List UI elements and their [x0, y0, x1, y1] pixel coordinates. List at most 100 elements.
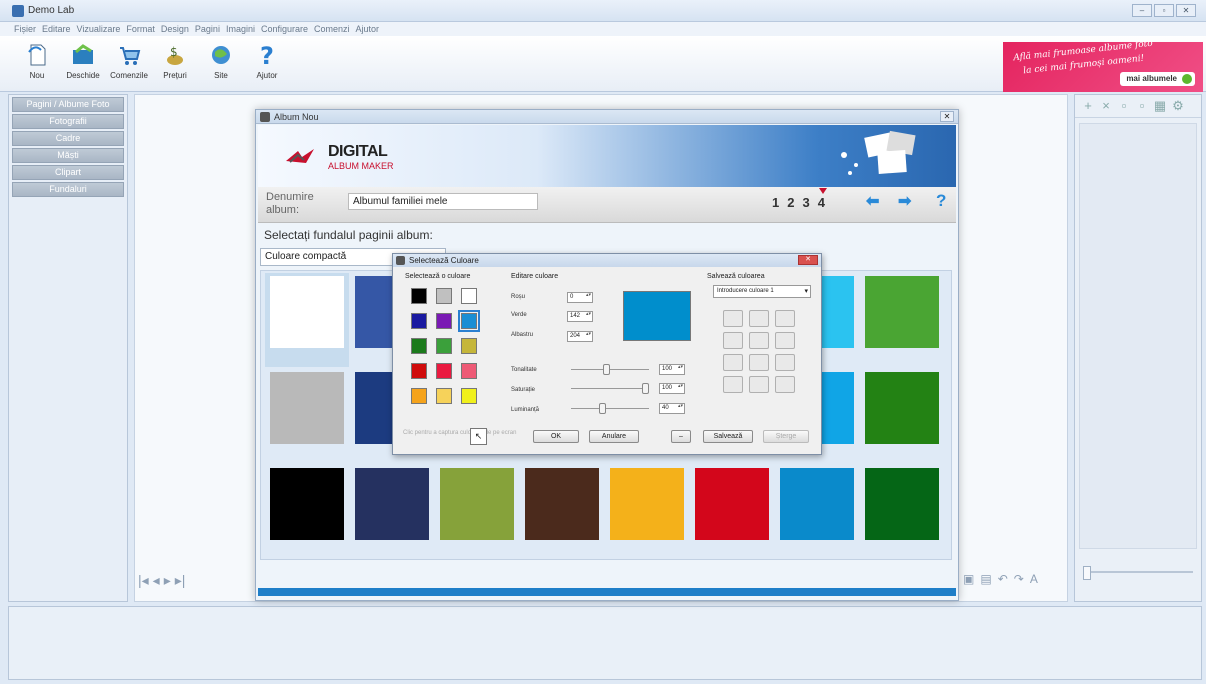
zoom-slider[interactable] [1083, 566, 1193, 580]
saved-color-slot[interactable] [723, 332, 743, 349]
green-spinner[interactable]: 142 [567, 311, 593, 322]
new-album-close-button[interactable]: ✕ [940, 111, 954, 122]
background-swatch[interactable] [350, 465, 434, 559]
palette-color-swatch[interactable] [461, 338, 477, 354]
menu-config[interactable]: Configurare [261, 22, 308, 36]
saved-color-slot[interactable] [723, 310, 743, 327]
undo-icon[interactable]: ↶ [998, 572, 1008, 586]
toolbar-open-button[interactable]: Deschide [60, 42, 106, 80]
saved-color-slot[interactable] [775, 332, 795, 349]
left-tab-frames[interactable]: Cadre [12, 131, 124, 146]
album-name-input[interactable]: Albumul familiei mele [348, 193, 538, 210]
background-swatch[interactable] [520, 465, 604, 559]
background-swatch[interactable] [860, 273, 944, 367]
menu-help[interactable]: Ajutor [356, 22, 380, 36]
background-swatch[interactable] [265, 369, 349, 463]
toolbar-help-button[interactable]: ? Ajutor [244, 42, 290, 80]
text-tool-icon[interactable]: A [1030, 572, 1038, 586]
palette-color-swatch[interactable] [436, 388, 452, 404]
background-swatch[interactable] [435, 465, 519, 559]
step-3[interactable]: 3 [802, 195, 809, 210]
palette-color-swatch[interactable] [436, 338, 452, 354]
select-color-close-button[interactable]: ✕ [798, 255, 818, 265]
copy-icon[interactable]: ▫ [1117, 99, 1131, 113]
collapse-button[interactable]: – [671, 430, 691, 443]
save-color-button[interactable]: Salvează [703, 430, 753, 443]
luminance-slider-thumb[interactable] [599, 403, 607, 414]
forward-arrow-icon[interactable]: ➡ [898, 193, 920, 211]
menu-orders[interactable]: Comenzi [314, 22, 350, 36]
layout-icon[interactable]: ▤ [980, 572, 991, 586]
menu-view[interactable]: Vizualizare [77, 22, 121, 36]
cancel-button[interactable]: Anulare [589, 430, 639, 443]
palette-color-swatch[interactable] [411, 388, 427, 404]
saturation-slider-track[interactable] [571, 388, 649, 389]
next-page-icon[interactable]: ▸ [164, 572, 171, 589]
saved-color-slot[interactable] [749, 354, 769, 371]
menu-design[interactable]: Design [161, 22, 189, 36]
menu-pages[interactable]: Pagini [195, 22, 220, 36]
saved-color-slot[interactable] [775, 354, 795, 371]
prev-page-icon[interactable]: ◂ [153, 572, 160, 589]
luminance-slider-track[interactable] [571, 408, 649, 409]
remove-icon[interactable]: × [1099, 99, 1113, 113]
promo-banner[interactable]: Află mai frumoase albume foto la cei mai… [1003, 39, 1203, 92]
background-swatch[interactable] [605, 465, 689, 559]
minimize-button[interactable]: – [1132, 4, 1152, 17]
palette-color-swatch[interactable] [411, 313, 427, 329]
saved-color-slot[interactable] [723, 376, 743, 393]
background-swatch[interactable] [775, 465, 859, 559]
close-window-button[interactable]: ✕ [1176, 4, 1196, 17]
palette-color-swatch[interactable] [436, 288, 452, 304]
saved-color-slot[interactable] [749, 310, 769, 327]
menu-file[interactable]: Fișier [14, 22, 36, 36]
saved-color-slot[interactable] [775, 310, 795, 327]
palette-color-swatch[interactable] [458, 310, 480, 332]
view-icon[interactable]: ▣ [963, 572, 974, 586]
blue-spinner[interactable]: 204 [567, 331, 593, 342]
saturation-slider-thumb[interactable] [642, 383, 649, 394]
palette-color-swatch[interactable] [436, 363, 452, 379]
luminance-spinner[interactable]: 40 [659, 403, 685, 414]
palette-color-swatch[interactable] [461, 288, 477, 304]
back-arrow-icon[interactable]: ⬅ [866, 193, 888, 211]
palette-color-swatch[interactable] [436, 313, 452, 329]
palette-color-swatch[interactable] [411, 288, 427, 304]
saved-color-slot[interactable] [749, 376, 769, 393]
palette-color-swatch[interactable] [461, 388, 477, 404]
palette-color-swatch[interactable] [411, 363, 427, 379]
background-swatch[interactable] [690, 465, 774, 559]
maximize-button[interactable]: ▫ [1154, 4, 1174, 17]
menu-format[interactable]: Format [126, 22, 155, 36]
background-swatch[interactable] [860, 369, 944, 463]
last-page-icon[interactable]: ▸| [175, 572, 186, 589]
background-swatch[interactable] [265, 273, 349, 367]
settings-icon[interactable]: ⚙ [1171, 99, 1185, 113]
menu-edit[interactable]: Editare [42, 22, 71, 36]
left-tab-masks[interactable]: Măști [12, 148, 124, 163]
toolbar-prices-button[interactable]: $ Prețuri [152, 42, 198, 80]
toolbar-orders-button[interactable]: Comenzile [106, 42, 152, 80]
left-tab-clipart[interactable]: Clipart [12, 165, 124, 180]
paste-icon[interactable]: ▫ [1135, 99, 1149, 113]
eyedropper-icon[interactable]: ↖ [470, 428, 487, 445]
palette-color-swatch[interactable] [461, 363, 477, 379]
hue-spinner[interactable]: 100 [659, 364, 685, 375]
saved-color-slot[interactable] [749, 332, 769, 349]
left-tab-backgrounds[interactable]: Fundaluri [12, 182, 124, 197]
left-tab-photos[interactable]: Fotografii [12, 114, 124, 129]
step-4-current[interactable]: 4 [818, 188, 828, 210]
palette-color-swatch[interactable] [411, 338, 427, 354]
saved-color-slot[interactable] [723, 354, 743, 371]
ok-button[interactable]: OK [533, 430, 579, 443]
saturation-spinner[interactable]: 100 [659, 383, 685, 394]
promo-more-button[interactable]: mai albumele [1120, 72, 1195, 86]
step-2[interactable]: 2 [787, 195, 794, 210]
red-spinner[interactable]: 0 [567, 292, 593, 303]
add-icon[interactable]: + [1081, 99, 1095, 113]
redo-icon[interactable]: ↷ [1014, 572, 1024, 586]
left-tab-albums[interactable]: Pagini / Albume Foto [12, 97, 124, 112]
saved-color-select[interactable]: Introducere culoare 1 [713, 285, 811, 298]
toolbar-site-button[interactable]: Site [198, 42, 244, 80]
step-1[interactable]: 1 [772, 195, 779, 210]
